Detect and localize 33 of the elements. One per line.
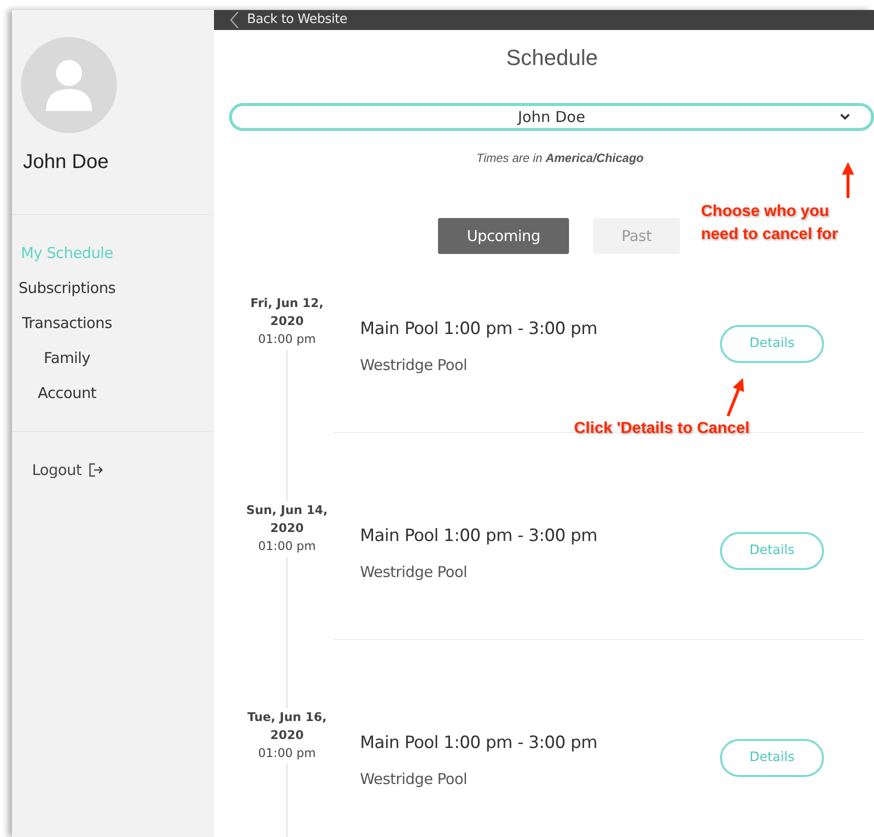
event-location: Westridge Pool [360,562,468,582]
logout-button[interactable]: Logout [32,459,104,482]
chevron-down-icon [839,112,851,121]
page-title: Schedule [505,44,599,72]
event-location: Westridge Pool [360,768,468,790]
sidebar-item[interactable]: Subscriptions [18,277,116,300]
person-select[interactable]: John Doe [229,102,874,131]
annotation-arrow [726,378,744,417]
event-year: 2020 [270,313,304,330]
tab[interactable]: Upcoming [438,218,569,254]
annotation-text: Click 'Details to Cancel [574,419,750,439]
back-chevron-icon [230,10,239,29]
event-date: Sun, Jun 14, [246,502,328,519]
sidebar-item[interactable]: Transactions [22,312,112,335]
event-year: 2020 [270,520,304,537]
event-time: 01:00 pm [258,331,316,348]
sidebar-item[interactable]: Family [44,347,90,370]
event-title: Main Pool 1:00 pm - 3:00 pm [360,318,598,341]
event-time: 01:00 pm [258,538,316,555]
event-title: Main Pool 1:00 pm - 3:00 pm [360,525,598,548]
event-time: 01:00 pm [258,745,316,762]
logout-icon [88,462,104,478]
annotation-arrow [842,162,854,198]
event-date: Fri, Jun 12, [250,295,324,312]
back-link[interactable]: Back to Website [230,10,348,30]
event-title: Main Pool 1:00 pm - 3:00 pm [360,732,598,755]
timezone-note: Times are in America/Chicago [476,151,644,165]
user-name: John Doe [23,150,110,175]
event-date: Tue, Jun 16, [247,709,327,726]
event-year: 2020 [270,727,304,744]
event-location: Westridge Pool [360,354,468,376]
annotation-text: Choose who you need to cancel for [701,202,839,245]
sidebar-item[interactable]: Account [38,382,96,405]
